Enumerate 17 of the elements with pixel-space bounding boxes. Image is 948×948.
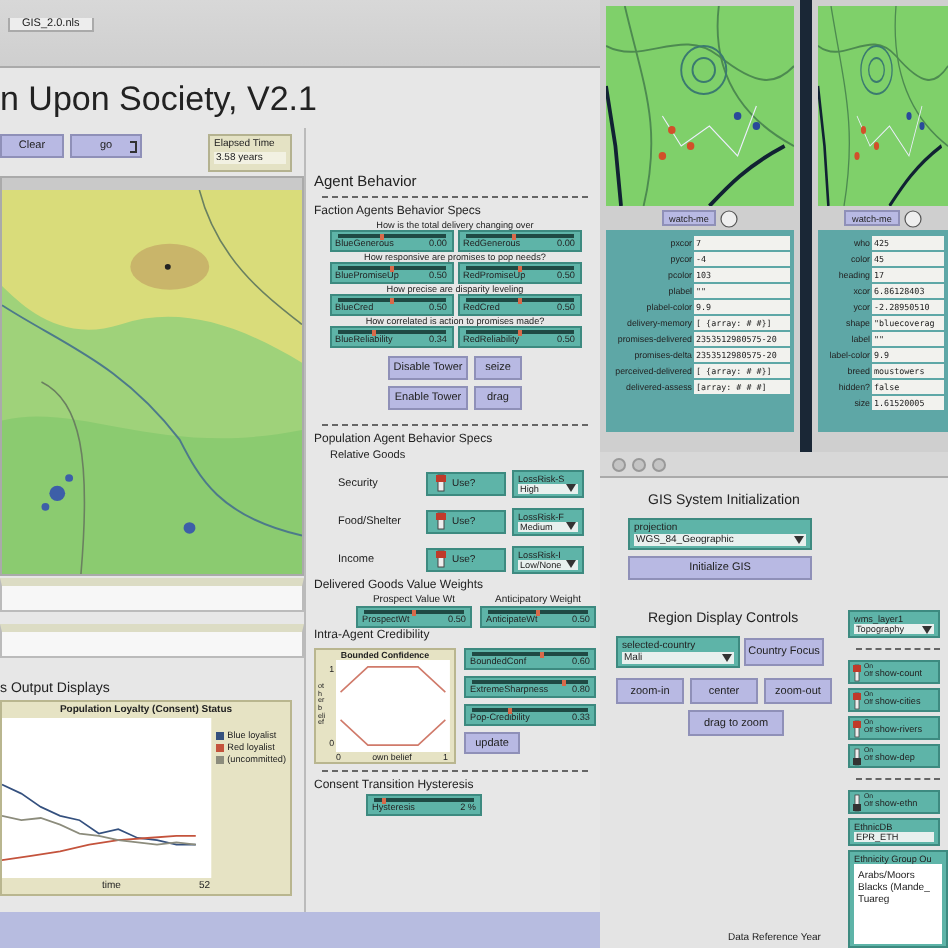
caret-icon	[922, 625, 932, 633]
slider-thumb[interactable]	[371, 330, 376, 336]
forever-icon	[128, 140, 138, 154]
caret-icon	[566, 522, 576, 530]
slider-thumb[interactable]	[380, 234, 385, 240]
line-plot-drawing	[336, 660, 450, 752]
caret-icon	[722, 654, 732, 662]
slider-thumb[interactable]	[562, 680, 567, 686]
slider-thumb[interactable]	[508, 708, 513, 714]
caret-icon	[566, 560, 576, 568]
model-title: n Upon Society, V2.1	[0, 78, 319, 122]
radius-knob-icon	[903, 209, 922, 227]
radius-knob-icon	[720, 209, 739, 227]
caret-icon	[794, 536, 804, 544]
caret-icon	[566, 484, 576, 492]
slider-thumb[interactable]	[511, 234, 516, 240]
slider-thumb[interactable]	[539, 652, 544, 658]
